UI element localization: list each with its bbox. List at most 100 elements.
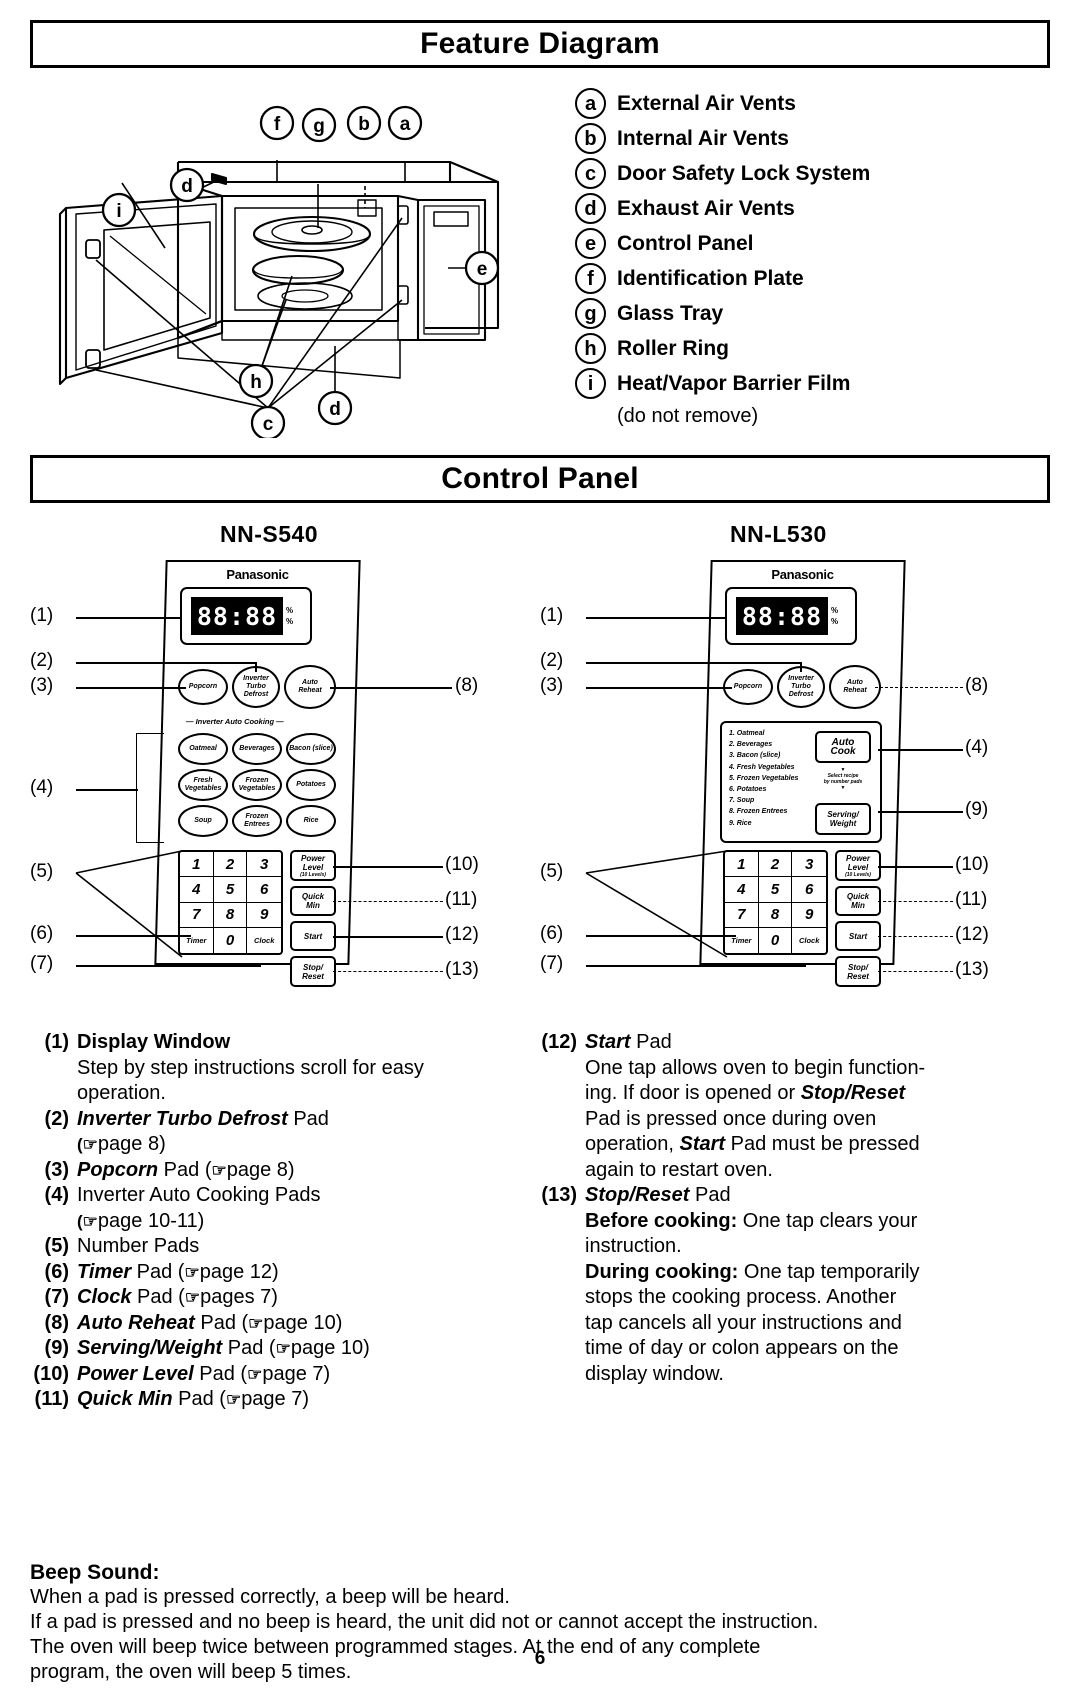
descriptions-right-column: (12) Start Pad One tap allows oven to begi… bbox=[538, 1030, 1016, 1387]
key-2-s540[interactable]: 2 bbox=[213, 852, 248, 878]
description-title: Start Pad bbox=[585, 1030, 1016, 1056]
pad-auto-cook-l530[interactable]: Auto Cook bbox=[815, 731, 871, 763]
pad-stop-reset-s540[interactable]: Stop/ Reset bbox=[290, 956, 336, 987]
key-8-s540[interactable]: 8 bbox=[213, 902, 248, 928]
text-run: n- bbox=[907, 1056, 926, 1079]
description-number: (13) bbox=[541, 1184, 577, 1206]
pad-start-l530[interactable]: Start bbox=[835, 921, 881, 951]
key-clock-s540[interactable]: Clock bbox=[247, 928, 281, 953]
key-timer-l530[interactable]: Timer bbox=[725, 927, 759, 953]
callout-2-l530: (2) bbox=[540, 650, 564, 671]
key-1-l530[interactable]: 1 bbox=[725, 852, 759, 878]
key-2-l530[interactable]: 2 bbox=[758, 852, 793, 878]
menu-item: 3. Bacon (slice) bbox=[729, 752, 781, 760]
key-9-s540[interactable]: 9 bbox=[247, 903, 281, 928]
description-body-line: time of day or colon appears on the bbox=[585, 1336, 1016, 1362]
description-body-line: During cooking: One tap temporarily bbox=[585, 1260, 1016, 1286]
key-0-s540[interactable]: 0 bbox=[214, 927, 248, 953]
text-run: (☞ bbox=[77, 1211, 98, 1231]
legend-item: e Control Panel bbox=[575, 228, 1055, 263]
key-0-l530[interactable]: 0 bbox=[759, 927, 793, 953]
key-7-l530[interactable]: 7 bbox=[725, 902, 759, 928]
number-pad-l530[interactable]: 1 2 3 4 5 6 7 8 9 Timer 0 Clock bbox=[723, 850, 828, 955]
key-timer-s540[interactable]: Timer bbox=[180, 927, 214, 953]
pad-bacon-s540[interactable]: Bacon (slice) bbox=[286, 733, 336, 765]
pad-label: Stop/ bbox=[848, 962, 868, 972]
text-run: Pad ( bbox=[158, 1158, 212, 1181]
key-4-l530[interactable]: 4 bbox=[725, 877, 759, 903]
callout-10-l530: (10) bbox=[955, 854, 989, 875]
key-3-l530[interactable]: 3 bbox=[792, 852, 826, 878]
feature-legend-list: a External Air Vents b Internal Air Vent… bbox=[575, 88, 1055, 429]
description-body-line: display window. bbox=[585, 1362, 1016, 1388]
key-6-s540[interactable]: 6 bbox=[247, 877, 281, 903]
pad-quick-min-s540[interactable]: Quick Min bbox=[290, 886, 336, 916]
key-4-s540[interactable]: 4 bbox=[180, 877, 214, 903]
microwave-oven-illustration: d i f g b a e h c d bbox=[58, 105, 500, 438]
text-run: again to restart oven. bbox=[585, 1158, 773, 1181]
pad-label: Turbo bbox=[246, 683, 266, 690]
legend-label-b: Internal Air Vents bbox=[617, 127, 789, 150]
pad-soup-s540[interactable]: Soup bbox=[178, 805, 228, 837]
pad-stop-reset-l530[interactable]: Stop/ Reset bbox=[835, 956, 881, 987]
inverter-auto-cooking-label-s540: — Inverter Auto Cooking — bbox=[186, 717, 284, 726]
pad-serving-weight-l530[interactable]: Serving/ Weight bbox=[815, 803, 871, 835]
description-body-line: Step by step instructions scroll for eas… bbox=[77, 1056, 508, 1082]
text-run: page 12) bbox=[199, 1260, 279, 1283]
number-pad-s540[interactable]: 1 2 3 4 5 6 7 8 9 Timer 0 Clock bbox=[178, 850, 283, 955]
text-run: instruction. bbox=[585, 1235, 682, 1257]
key-1-s540[interactable]: 1 bbox=[180, 852, 214, 878]
description-text: Popcorn Pad (☞page 8) bbox=[77, 1158, 508, 1184]
pad-power-level-l530[interactable]: Power Level (10 Levels) bbox=[835, 850, 881, 881]
control-panel-region: NN-S540 NN-L530 Panasonic 88:88 %% Popco… bbox=[30, 505, 1050, 1025]
pad-potatoes-s540[interactable]: Potatoes bbox=[286, 769, 336, 801]
pad-rice-s540[interactable]: Rice bbox=[286, 805, 336, 837]
display-window-s540: 88:88 %% bbox=[180, 587, 312, 645]
pad-inverter-turbo-defrost-l530[interactable]: Inverter Turbo Defrost bbox=[777, 666, 825, 708]
pad-oatmeal-s540[interactable]: Oatmeal bbox=[178, 733, 228, 765]
key-9-l530[interactable]: 9 bbox=[792, 903, 826, 928]
text-run: Pad ( bbox=[222, 1337, 276, 1359]
pad-beverages-s540[interactable]: Beverages bbox=[232, 733, 282, 765]
legend-item: c Door Safety Lock System bbox=[575, 158, 1055, 193]
menu-item: 7. Soup bbox=[729, 797, 755, 805]
text-run: Pad bbox=[689, 1184, 731, 1206]
pad-label: Auto bbox=[847, 679, 863, 686]
description-number: (6) bbox=[44, 1260, 69, 1283]
menu-item: 5. Frozen Vegetables bbox=[729, 774, 799, 782]
text-run: time of day or colon appears on the bbox=[585, 1337, 899, 1359]
auto-cook-menu-list: 1. Oatmeal 2. Beverages 3. Bacon (slice)… bbox=[729, 728, 798, 829]
pad-start-s540[interactable]: Start bbox=[290, 921, 336, 951]
pad-quick-min-l530[interactable]: Quick Min bbox=[835, 886, 881, 916]
pad-inverter-turbo-defrost-s540[interactable]: Inverter Turbo Defrost bbox=[232, 666, 280, 708]
text-run: Pad is pressed once during oven bbox=[585, 1107, 877, 1130]
pad-fresh-vegetables-s540[interactable]: Fresh Vegetables bbox=[178, 769, 228, 801]
key-7-s540[interactable]: 7 bbox=[180, 902, 214, 928]
key-5-l530[interactable]: 5 bbox=[758, 877, 793, 903]
text-run: operation, bbox=[585, 1133, 680, 1155]
pad-frozen-vegetables-s540[interactable]: Frozen Vegetables bbox=[232, 769, 282, 801]
leader-line bbox=[76, 687, 186, 689]
pad-label: Quick bbox=[846, 892, 870, 901]
callout-7-l530: (7) bbox=[540, 953, 564, 974]
pad-power-level-s540[interactable]: Power Level (10 Levels) bbox=[290, 850, 336, 881]
legend-badge-b: b bbox=[575, 123, 606, 154]
leader-line bbox=[76, 789, 138, 791]
text-run: Serving/Weight bbox=[77, 1337, 223, 1359]
key-clock-l530[interactable]: Clock bbox=[792, 928, 826, 953]
description-body-line: ing. If door is opened or Stop/Reset bbox=[585, 1081, 1016, 1107]
key-3-s540[interactable]: 3 bbox=[247, 852, 281, 878]
description-number: (9) bbox=[44, 1337, 69, 1359]
key-6-l530[interactable]: 6 bbox=[792, 877, 826, 903]
pad-auto-reheat-l530[interactable]: Auto Reheat bbox=[829, 665, 881, 709]
description-entry: (5) Number Pads bbox=[30, 1234, 508, 1260]
leader-line bbox=[255, 662, 257, 672]
pad-frozen-entrees-s540[interactable]: Frozen Entrees bbox=[232, 805, 282, 837]
pad-auto-reheat-s540[interactable]: Auto Reheat bbox=[284, 665, 336, 709]
pad-label: Quick bbox=[301, 892, 325, 901]
key-5-s540[interactable]: 5 bbox=[213, 877, 248, 903]
key-8-l530[interactable]: 8 bbox=[758, 902, 793, 928]
svg-text:a: a bbox=[400, 114, 411, 135]
description-entry: (10) Power Level Pad (☞page 7) bbox=[30, 1362, 508, 1388]
description-number: (3) bbox=[44, 1158, 69, 1181]
